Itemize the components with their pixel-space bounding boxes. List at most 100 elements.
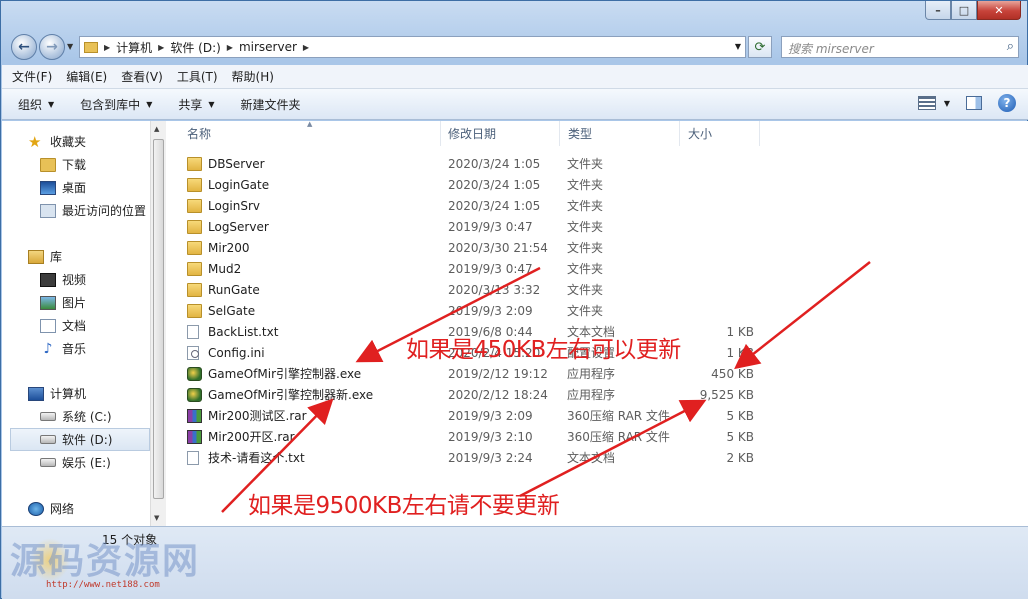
- file-name-cell[interactable]: GameOfMir引擎控制器新.exe: [187, 386, 373, 403]
- breadcrumb-separator-icon[interactable]: ▶: [303, 43, 309, 52]
- history-dropdown-icon[interactable]: ▼: [67, 42, 73, 51]
- file-row[interactable]: Mir200测试区.rar 2019/9/3 2:09 360压缩 RAR 文件 5 …: [167, 405, 767, 426]
- sidebar-item-music[interactable]: ♪ 音乐: [2, 337, 150, 360]
- maximize-button[interactable]: □: [951, 1, 977, 20]
- scrollbar-thumb[interactable]: [153, 139, 164, 499]
- column-header-date[interactable]: 修改日期: [440, 121, 560, 146]
- file-name-cell[interactable]: Mir200: [187, 240, 250, 255]
- sidebar-item-drive-c[interactable]: 系统 (C:): [2, 405, 150, 428]
- sidebar-item-drive-d[interactable]: 软件 (D:): [10, 428, 150, 451]
- menu-file[interactable]: 文件(F): [12, 68, 52, 85]
- sidebar-item-videos[interactable]: 视频: [2, 268, 150, 291]
- help-icon[interactable]: ?: [998, 94, 1016, 112]
- view-options-icon[interactable]: [917, 96, 936, 110]
- file-row[interactable]: Mir200开区.rar 2019/9/3 2:10 360压缩 RAR 文件 5 K…: [167, 426, 767, 447]
- file-name-cell[interactable]: LoginSrv: [187, 198, 260, 213]
- sidebar-item-drive-e[interactable]: 娱乐 (E:): [2, 451, 150, 474]
- sidebar-item-pictures[interactable]: 图片: [2, 291, 150, 314]
- sidebar-scrollbar[interactable]: ▲ ▼: [150, 121, 166, 526]
- view-dropdown-icon[interactable]: ▼: [944, 99, 950, 108]
- file-name-cell[interactable]: Mir200测试区.rar: [187, 407, 307, 424]
- breadcrumb-drive-d[interactable]: 软件 (D:): [170, 39, 220, 56]
- music-icon: ♪: [43, 340, 53, 357]
- minimize-button[interactable]: –: [925, 1, 951, 20]
- breadcrumb-separator-icon[interactable]: ▶: [227, 43, 233, 52]
- file-name-cell[interactable]: BackList.txt: [187, 324, 278, 339]
- address-dropdown-icon[interactable]: ▼: [735, 42, 741, 51]
- folder-icon: [187, 240, 202, 255]
- file-name-cell[interactable]: DBServer: [187, 156, 265, 171]
- sidebar-network[interactable]: 网络: [2, 497, 150, 520]
- file-list: ▲ 名称 修改日期 类型 大小 DBServer 2020/3/24 1:05 文件…: [167, 120, 1028, 526]
- refresh-icon: ⟳: [754, 39, 766, 55]
- file-name: DBServer: [208, 156, 265, 171]
- downloads-folder-icon: [40, 157, 56, 172]
- sidebar-label: 娱乐 (E:): [62, 456, 111, 470]
- column-header-name[interactable]: 名称: [179, 121, 441, 146]
- file-name-cell[interactable]: 技术-请看这个.txt: [187, 449, 305, 466]
- sidebar-computer[interactable]: 计算机: [2, 382, 150, 405]
- file-name-cell[interactable]: SelGate: [187, 303, 256, 318]
- application-icon: [187, 387, 202, 402]
- file-row[interactable]: GameOfMir引擎控制器新.exe 2020/2/12 18:24 应用程序 9,…: [167, 384, 767, 405]
- sidebar-favorites[interactable]: ★ 收藏夹: [2, 130, 150, 153]
- address-bar[interactable]: ▶ 计算机 ▶ 软件 (D:) ▶ mirserver ▶ ▼: [79, 36, 746, 58]
- sidebar-item-downloads[interactable]: 下载: [2, 153, 150, 176]
- sidebar-item-recent[interactable]: 最近访问的位置: [2, 199, 150, 222]
- new-folder-button[interactable]: 新建文件夹: [241, 96, 301, 113]
- file-row[interactable]: DBServer 2020/3/24 1:05 文件夹: [167, 153, 767, 174]
- sidebar-label: 库: [50, 250, 63, 264]
- back-button[interactable]: ←: [11, 34, 37, 60]
- menu-tools[interactable]: 工具(T): [177, 68, 218, 85]
- menu-help[interactable]: 帮助(H): [232, 68, 274, 85]
- breadcrumb-separator-icon[interactable]: ▶: [104, 43, 110, 52]
- organize-button[interactable]: 组织 ▼: [18, 96, 54, 113]
- share-button[interactable]: 共享 ▼: [178, 96, 214, 113]
- sidebar-libraries[interactable]: 库: [2, 245, 150, 268]
- search-icon[interactable]: ⌕: [1007, 39, 1014, 54]
- file-type: 文件夹: [567, 304, 604, 318]
- refresh-button[interactable]: ⟳: [748, 36, 772, 58]
- file-row[interactable]: Mud2 2019/9/3 0:47 文件夹: [167, 258, 767, 279]
- file-name-cell[interactable]: LoginGate: [187, 177, 269, 192]
- include-library-button[interactable]: 包含到库中 ▼: [80, 96, 152, 113]
- annotation-note-update-ok: 如果是450KB左右可以更新: [406, 337, 681, 363]
- menu-bar: 文件(F) 编辑(E) 查看(V) 工具(T) 帮助(H): [2, 65, 1028, 89]
- file-name: SelGate: [208, 303, 256, 318]
- column-header-size[interactable]: 大小: [680, 121, 760, 146]
- preview-pane-icon[interactable]: [966, 96, 982, 110]
- file-name-cell[interactable]: Config.ini: [187, 345, 265, 360]
- search-input[interactable]: 搜索 mirserver ⌕: [781, 36, 1019, 58]
- file-name: Mir200开区.rar: [208, 430, 295, 444]
- file-row[interactable]: 技术-请看这个.txt 2019/9/3 2:24 文本文档 2 KB: [167, 447, 767, 468]
- menu-view[interactable]: 查看(V): [121, 68, 163, 85]
- library-icon: [28, 249, 44, 264]
- sidebar-item-documents[interactable]: 文档: [2, 314, 150, 337]
- scroll-up-icon[interactable]: ▲: [154, 125, 159, 133]
- breadcrumb-mirserver[interactable]: mirserver: [239, 40, 297, 54]
- rar-archive-icon: [187, 408, 202, 423]
- file-name-cell[interactable]: Mud2: [187, 261, 241, 276]
- menu-edit[interactable]: 编辑(E): [66, 68, 107, 85]
- file-row[interactable]: LoginGate 2020/3/24 1:05 文件夹: [167, 174, 767, 195]
- scroll-down-icon[interactable]: ▼: [154, 514, 159, 522]
- close-button[interactable]: ✕: [977, 1, 1021, 20]
- column-header-type[interactable]: 类型: [560, 121, 680, 146]
- file-row[interactable]: SelGate 2019/9/3 2:09 文件夹: [167, 300, 767, 321]
- file-size: 450 KB: [711, 366, 754, 381]
- breadcrumb-computer[interactable]: 计算机: [116, 39, 152, 56]
- file-type: 应用程序: [567, 388, 616, 402]
- file-row[interactable]: GameOfMir引擎控制器.exe 2019/2/12 19:12 应用程序 450…: [167, 363, 767, 384]
- sidebar-item-desktop[interactable]: 桌面: [2, 176, 150, 199]
- desktop-icon: [40, 180, 56, 195]
- file-name-cell[interactable]: LogServer: [187, 219, 269, 234]
- forward-button[interactable]: →: [39, 34, 65, 60]
- file-row[interactable]: Mir200 2020/3/30 21:54 文件夹: [167, 237, 767, 258]
- file-row[interactable]: RunGate 2020/3/13 3:32 文件夹: [167, 279, 767, 300]
- file-name-cell[interactable]: RunGate: [187, 282, 260, 297]
- file-row[interactable]: LoginSrv 2020/3/24 1:05 文件夹: [167, 195, 767, 216]
- breadcrumb-separator-icon[interactable]: ▶: [158, 43, 164, 52]
- file-name-cell[interactable]: GameOfMir引擎控制器.exe: [187, 365, 361, 382]
- file-row[interactable]: LogServer 2019/9/3 0:47 文件夹: [167, 216, 767, 237]
- file-name-cell[interactable]: Mir200开区.rar: [187, 428, 295, 445]
